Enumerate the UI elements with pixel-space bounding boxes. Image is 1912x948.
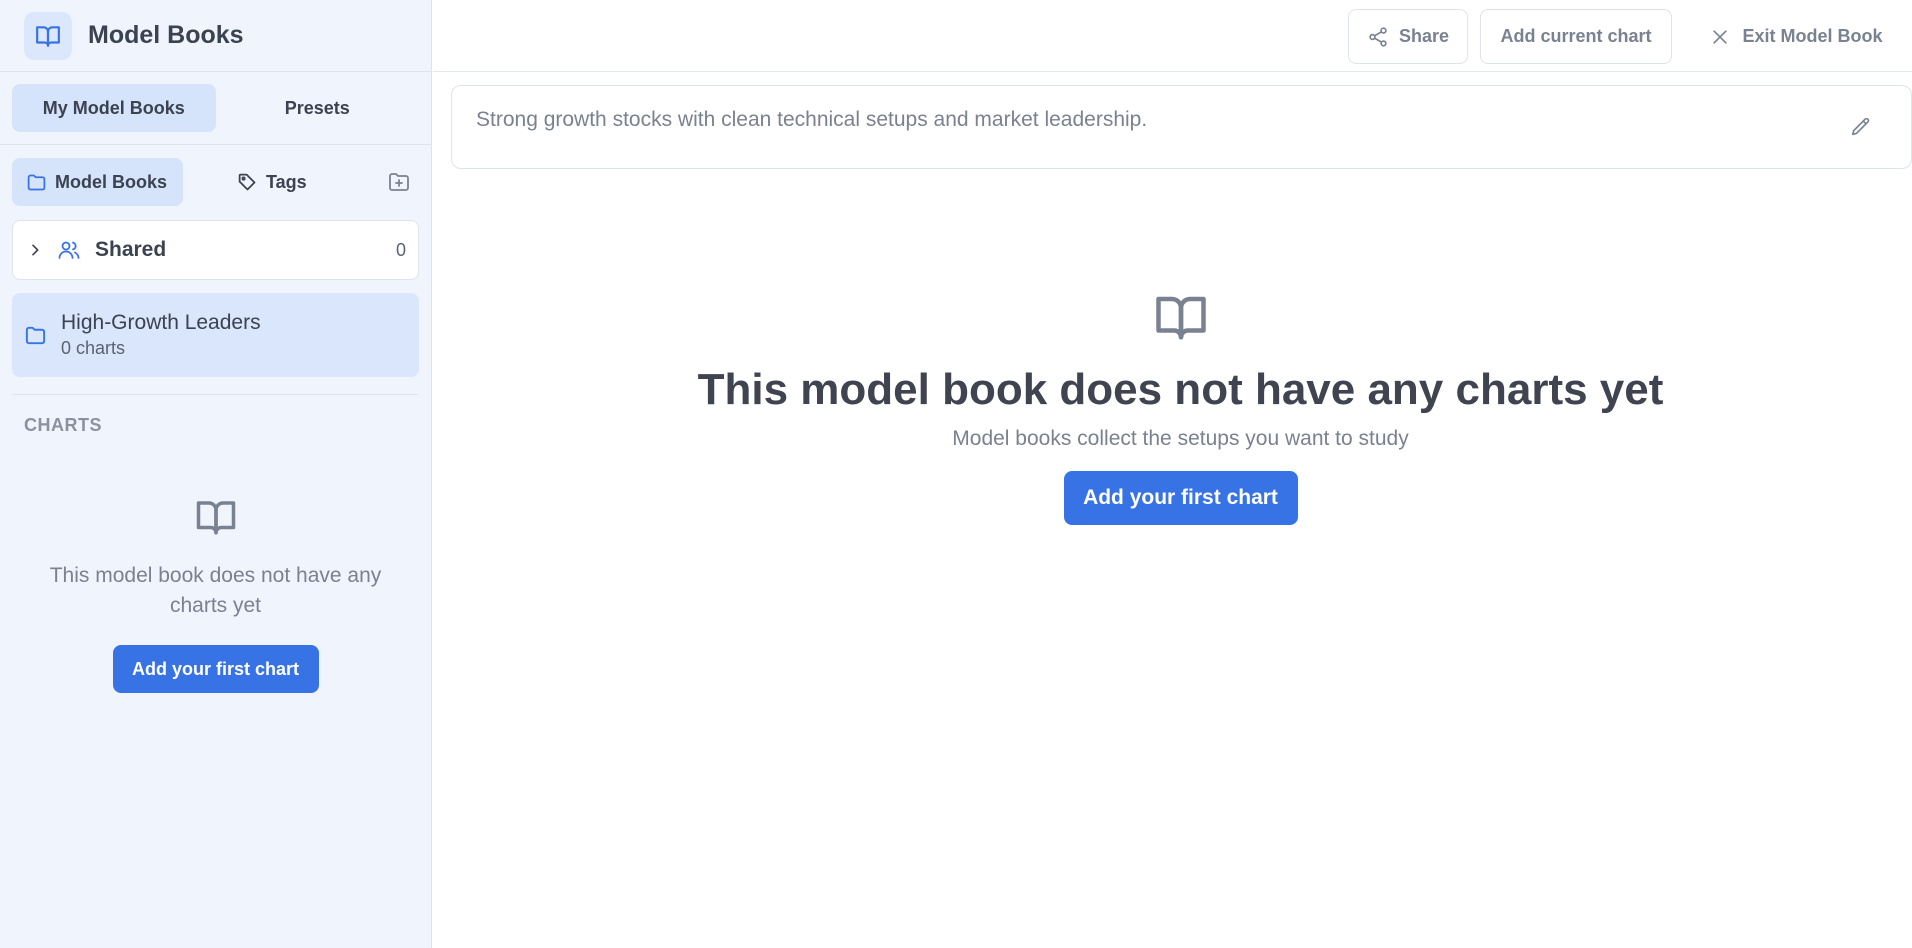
sidebar: Model Books My Model Books Presets Model… [0, 0, 432, 948]
description-box[interactable]: Strong growth stocks with clean technica… [451, 85, 1912, 169]
divider [12, 394, 419, 395]
model-book-count: 0 charts [61, 338, 126, 358]
share-icon [1367, 26, 1389, 48]
tab-presets[interactable]: Presets [216, 84, 420, 132]
sidebar-title: Model Books [88, 21, 244, 49]
add-first-chart-button[interactable]: Add your first chart [1063, 471, 1298, 525]
empty-state-title: This model book does not have any charts… [697, 365, 1664, 414]
tab-my-model-books[interactable]: My Model Books [12, 84, 216, 132]
description-text: Strong growth stocks with clean technica… [476, 108, 1148, 131]
shared-folder-row[interactable]: Shared 0 [12, 220, 419, 280]
close-icon [1710, 27, 1730, 47]
main-empty-state: This model book does not have any charts… [433, 290, 1912, 525]
sidebar-empty-text: This model book does not have any charts… [49, 564, 382, 617]
pencil-icon[interactable] [1850, 116, 1872, 138]
chevron-right-icon[interactable] [27, 242, 43, 258]
sidebar-empty-state: This model book does not have any charts… [12, 496, 419, 693]
sidebar-header: Model Books [0, 0, 431, 72]
users-icon [57, 238, 81, 262]
folder-icon [26, 172, 47, 193]
top-tabs: My Model Books Presets [12, 84, 419, 132]
tab-model-books-label: Model Books [55, 171, 168, 192]
tab-model-books[interactable]: Model Books [12, 158, 184, 206]
exit-model-book-button[interactable]: Exit Model Book [1689, 9, 1904, 64]
book-open-icon [24, 11, 72, 60]
model-book-text: High-Growth Leaders 0 charts [61, 310, 261, 360]
divider [0, 144, 431, 145]
tab-tags-label: Tags [266, 171, 307, 192]
folder-plus-icon[interactable] [387, 170, 411, 194]
folder-icon [24, 324, 47, 347]
shared-count: 0 [395, 239, 406, 260]
sidebar-add-first-chart-button[interactable]: Add your first chart [112, 645, 319, 693]
share-label: Share [1398, 26, 1450, 46]
book-open-icon [1154, 290, 1208, 349]
top-toolbar: Share Add current chart Exit Model Book [433, 0, 1912, 72]
add-current-chart-button[interactable]: Add current chart [1480, 9, 1672, 64]
shared-label: Shared [95, 238, 167, 261]
exit-label: Exit Model Book [1742, 26, 1883, 46]
model-book-item[interactable]: High-Growth Leaders 0 charts [12, 293, 419, 377]
sub-tabs: Model Books Tags [12, 158, 419, 206]
model-book-name: High-Growth Leaders [61, 311, 261, 334]
empty-state-subtitle: Model books collect the setups you want … [952, 427, 1409, 450]
book-open-icon [195, 496, 237, 543]
charts-section-label: CHARTS [24, 415, 102, 435]
tab-tags[interactable]: Tags [223, 158, 323, 206]
share-button[interactable]: Share [1348, 9, 1468, 64]
tag-icon [237, 172, 258, 193]
